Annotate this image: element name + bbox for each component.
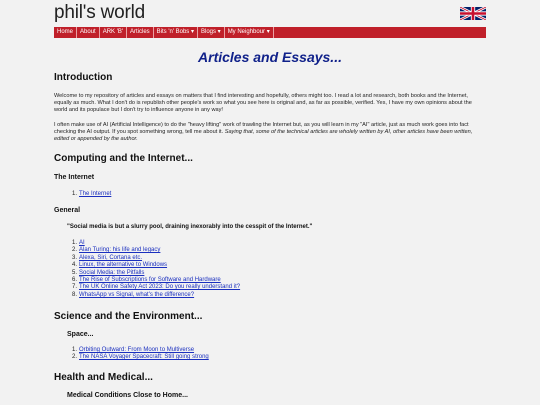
computing-heading: Computing and the Internet... [54, 153, 193, 164]
nav-bits-n-bobs[interactable]: Bits 'n' Bobs ▾ [154, 27, 198, 38]
nav-blogs[interactable]: Blogs ▾ [198, 27, 225, 38]
internet-subheading: The Internet [54, 174, 95, 181]
article-link-ai[interactable]: AI [79, 240, 85, 246]
article-link-orbiting-outward[interactable]: Orbiting Outward: From Moon to Multivers… [79, 347, 194, 353]
nav-ark-b[interactable]: ARK 'B' [100, 27, 127, 38]
nav-my-neighbour[interactable]: My Neighbour ▾ [225, 27, 274, 38]
list-item: 6. The Rise of Subscriptions for Software… [71, 277, 221, 284]
list-item: 1. The Internet [71, 191, 112, 197]
space-article-list: 1. Orbiting Outward: From Moon to Multive… [70, 347, 209, 362]
nav-articles[interactable]: Articles [127, 27, 154, 38]
intro-paragraph-1: Welcome to my repository of articles and… [54, 93, 472, 113]
medical-subheading: Medical Conditions Close to Home... [67, 392, 188, 399]
article-link-subscriptions[interactable]: The Rise of Subscriptions for Software a… [79, 277, 221, 283]
article-link-alexa-siri[interactable]: Alexa, Siri, Cortana etc. [79, 255, 142, 261]
list-item: 1. AI [71, 240, 85, 246]
science-heading: Science and the Environment... [54, 311, 203, 322]
list-item: 2. The NASA Voyager Spacecraft: Still goi… [71, 354, 209, 361]
article-link-whatsapp-signal[interactable]: WhatsApp vs Signal, what's the differenc… [79, 292, 194, 298]
site-title[interactable]: phil's world [54, 2, 145, 24]
main-nav: Home About ARK 'B' Articles Bits 'n' Bob… [54, 27, 486, 38]
list-item: 7. The UK Online Safety Act 2023: Do you … [71, 284, 241, 291]
general-subheading: General [54, 207, 81, 214]
list-item: 3. Alexa, Siri, Cortana etc. [71, 254, 143, 261]
article-link-linux[interactable]: Linux, the alternative to Windows [79, 262, 167, 268]
article-link-nasa-voyager[interactable]: The NASA Voyager Spacecraft: Still going… [79, 354, 209, 360]
intro-paragraph-2: I often make use of AI (Artificial Intel… [54, 122, 486, 143]
general-article-list: 1. AI 2. Alan Turing: his life and legacy … [70, 240, 240, 299]
social-media-quote: "Social media is but a slurry pool, drai… [67, 224, 313, 230]
space-subheading: Space... [67, 331, 94, 338]
nav-about[interactable]: About [77, 27, 100, 38]
article-link-alan-turing[interactable]: Alan Turing: his life and legacy [79, 247, 160, 253]
health-heading: Health and Medical... [54, 372, 153, 383]
nav-home[interactable]: Home [54, 27, 78, 38]
article-link-online-safety-act[interactable]: The UK Online Safety Act 2023: Do you re… [79, 284, 240, 290]
list-item: 5. Social Media: the Pitfalls [71, 269, 145, 276]
page-title: Articles and Essays... [198, 49, 342, 65]
list-item: 2. Alan Turing: his life and legacy [71, 247, 161, 254]
introduction-heading: Introduction [54, 72, 113, 83]
article-link-social-media[interactable]: Social Media: the Pitfalls [79, 270, 144, 276]
list-item: 8. WhatsApp vs Signal, what's the differe… [71, 291, 195, 298]
article-link-the-internet[interactable]: The Internet [79, 191, 111, 197]
list-item: 1. Orbiting Outward: From Moon to Multive… [71, 347, 195, 353]
union-jack-flag-icon[interactable] [460, 6, 486, 21]
list-item: 4. Linux, the alternative to Windows [71, 262, 168, 269]
internet-article-list: 1. The Internet [70, 191, 111, 198]
